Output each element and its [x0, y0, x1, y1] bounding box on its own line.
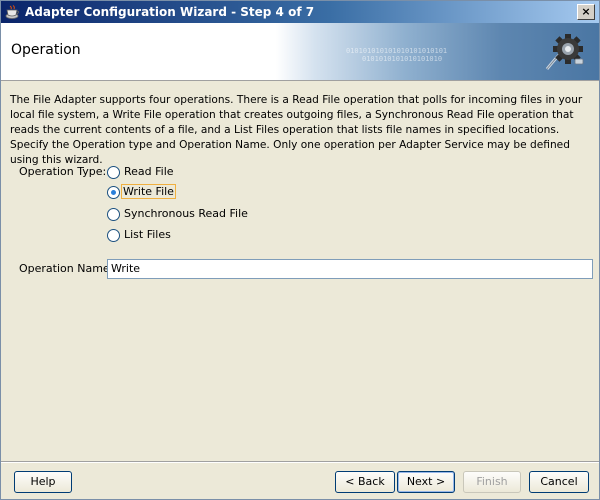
close-icon: ×	[581, 5, 591, 18]
operation-name-input[interactable]: Write	[107, 259, 593, 279]
radio-label: Synchronous Read File	[124, 207, 248, 220]
window-title: Adapter Configuration Wizard - Step 4 of…	[25, 5, 315, 19]
radio-label: List Files	[124, 228, 171, 241]
cancel-button[interactable]: Cancel	[529, 471, 589, 493]
page-title: Operation	[11, 42, 81, 58]
radio-label: Write File	[121, 184, 176, 199]
wizard-window: Adapter Configuration Wizard - Step 4 of…	[0, 0, 600, 500]
footer-divider	[1, 461, 599, 463]
coffee-cup-icon	[5, 5, 19, 19]
description-text: The File Adapter supports four operation…	[10, 94, 583, 166]
gear-plug-icon	[545, 34, 584, 70]
radio-circle[interactable]	[107, 166, 120, 179]
radio-circle-checked[interactable]	[107, 186, 120, 199]
header-banner: 010101010101010101010101 010101010101010…	[276, 23, 599, 80]
close-button[interactable]: ×	[577, 4, 595, 20]
help-button[interactable]: Help	[14, 471, 72, 493]
banner-binary-text-2: 0101010101010101010	[362, 55, 443, 63]
title-bar: Adapter Configuration Wizard - Step 4 of…	[1, 1, 599, 23]
radio-circle[interactable]	[107, 229, 120, 242]
banner-binary-text: 010101010101010101010101	[346, 47, 448, 55]
back-button[interactable]: < Back	[335, 471, 395, 493]
operation-type-label: Operation Type:	[19, 165, 107, 178]
radio-label: Read File	[124, 165, 174, 178]
radio-circle[interactable]	[107, 208, 120, 221]
next-button[interactable]: Next >	[397, 471, 455, 493]
finish-button[interactable]: Finish	[463, 471, 521, 493]
operation-name-label: Operation Name:	[19, 262, 114, 275]
wizard-header: Operation 010101010101010101010101 01010…	[1, 23, 599, 81]
